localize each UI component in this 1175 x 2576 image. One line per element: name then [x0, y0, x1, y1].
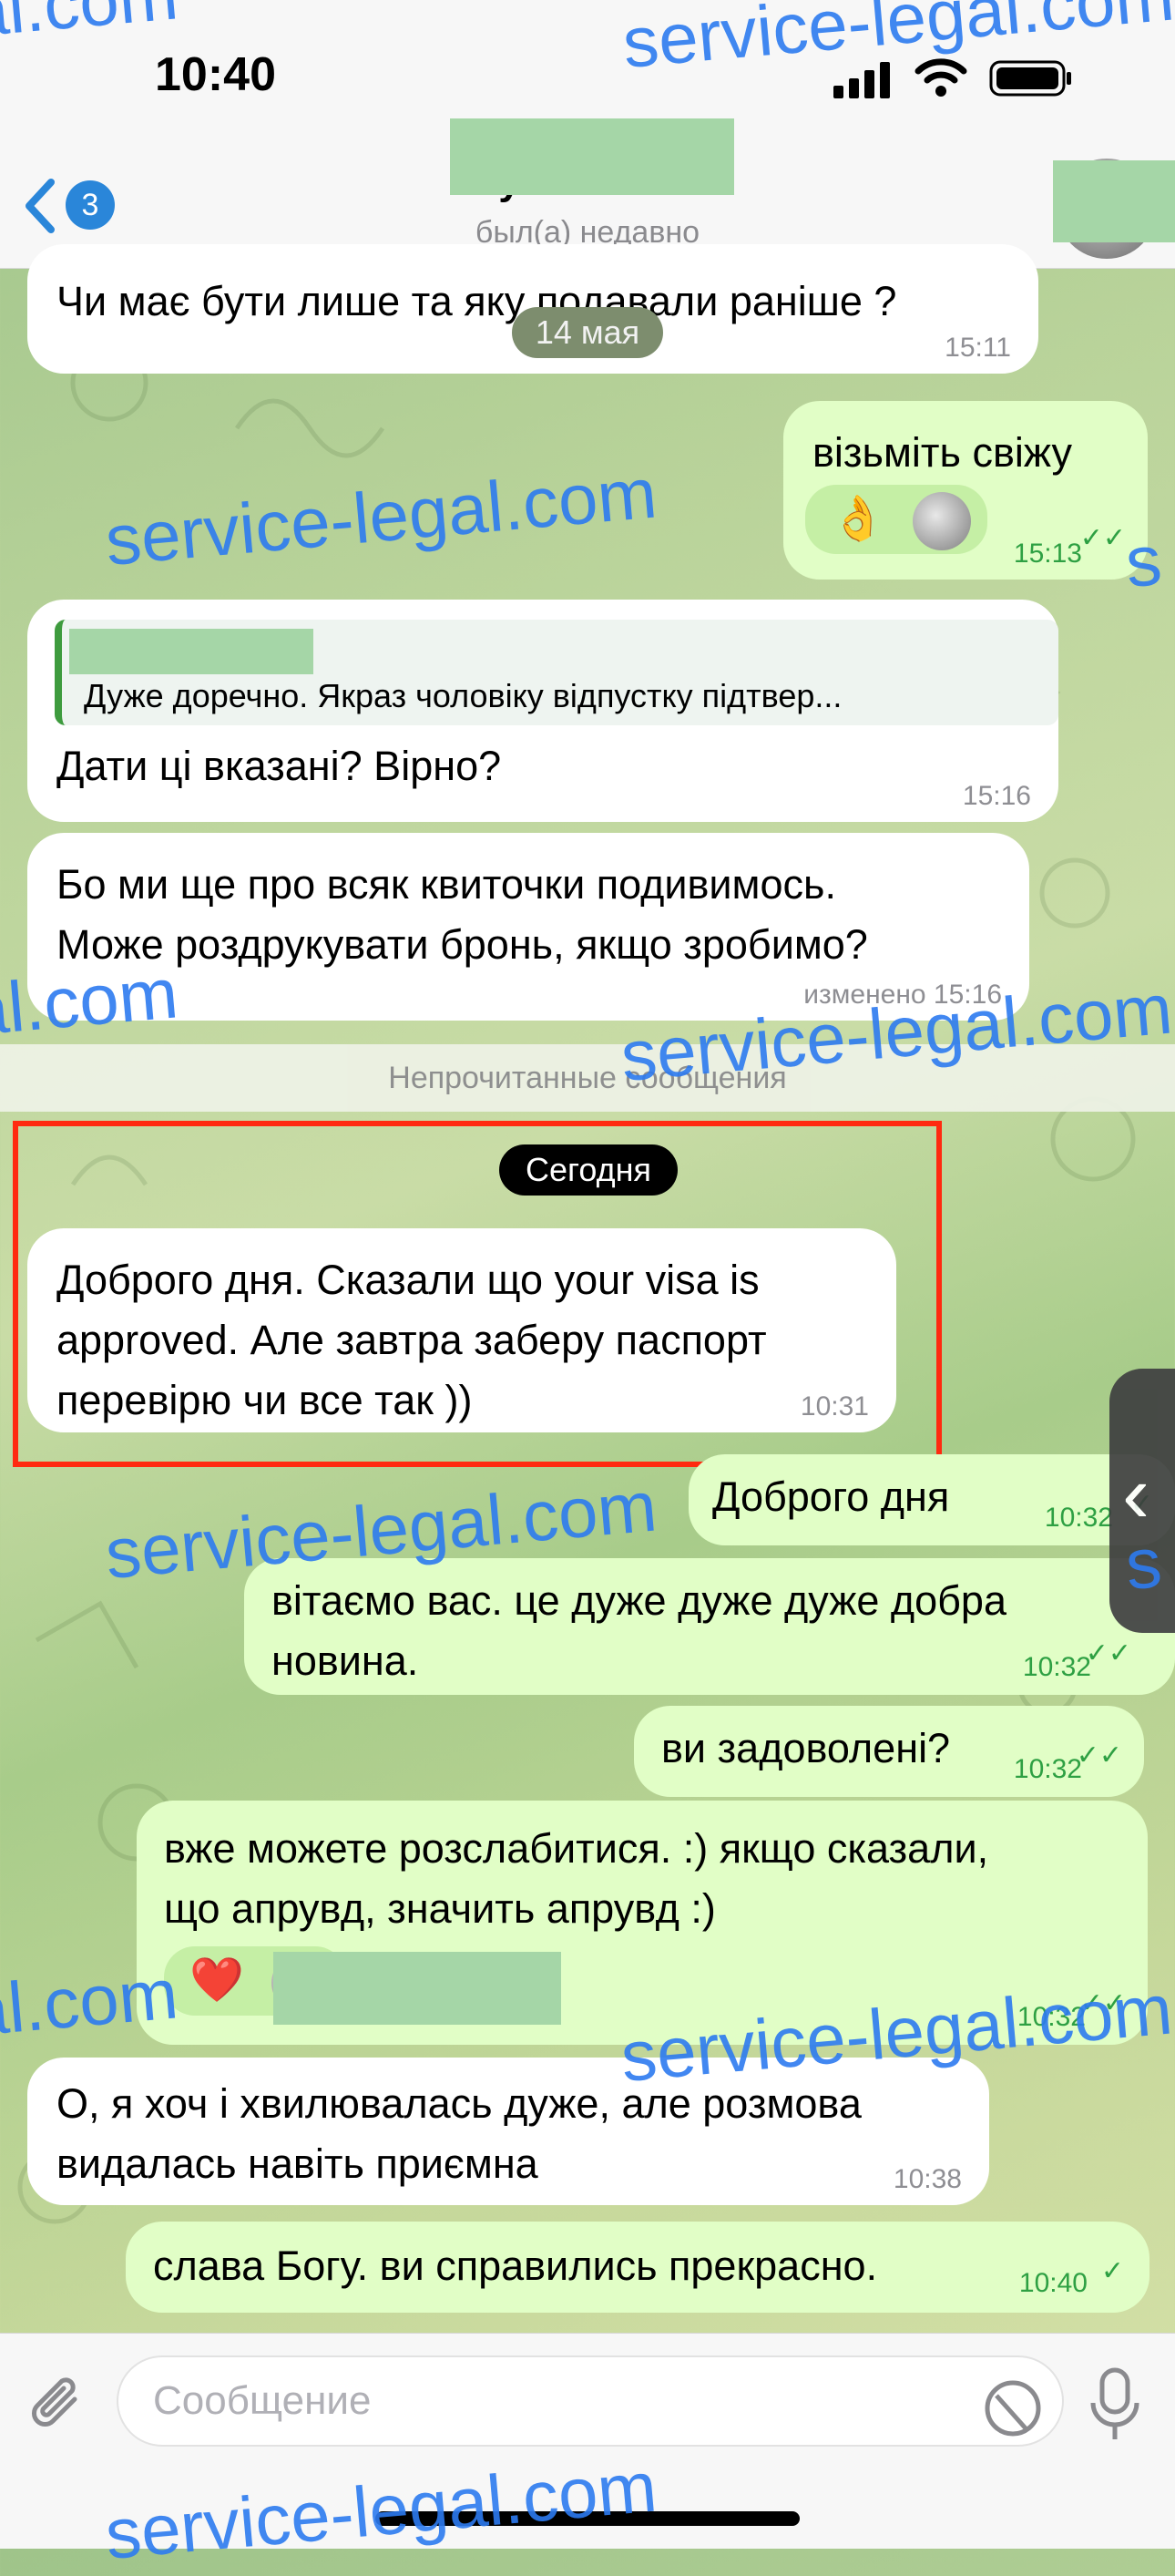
date-separator: 14 мая	[512, 307, 663, 358]
message-text: слава Богу. ви справились прекрасно.	[153, 2242, 878, 2289]
reactor-avatar	[913, 492, 971, 550]
message-text: візьміть свіжу	[812, 429, 1072, 476]
message-time: 10:32	[1022, 1652, 1091, 1682]
message-bubble-outgoing[interactable]: Доброго дня 10:32 ✓	[689, 1454, 1175, 1545]
message-time: 10:38	[893, 2164, 962, 2194]
quote-author-redaction	[69, 629, 313, 674]
sticker-icon[interactable]	[978, 2374, 1047, 2443]
battery-icon	[989, 60, 1071, 97]
reactor-redaction	[273, 1952, 561, 2025]
message-text: Дати ці вказані? Вірно?	[56, 743, 502, 789]
message-bubble-incoming[interactable]: О, я хоч і хвилювалась дуже, але розмова…	[27, 2058, 989, 2205]
read-checkmarks-icon: ✓✓	[1079, 523, 1126, 553]
wifi-icon	[914, 58, 967, 97]
message-bubble-incoming[interactable]: Дуже доречно. Якраз чоловіку відпустку п…	[27, 600, 1058, 822]
name-redaction	[450, 118, 734, 195]
message-text: вже можете розслабитися. :) якщо сказали…	[164, 1825, 989, 1932]
avatar-redaction	[1053, 160, 1175, 242]
reply-quote[interactable]: Дуже доречно. Якраз чоловіку відпустку п…	[55, 620, 1058, 725]
read-checkmarks-icon: ✓✓	[1085, 1638, 1131, 1668]
highlight-frame	[13, 1121, 942, 1467]
paperclip-icon[interactable]	[27, 2372, 91, 2436]
message-text: О, я хоч і хвилювалась дуже, але розмова…	[56, 2080, 862, 2187]
message-bubble-outgoing[interactable]: візьміть свіжу 👌 15:13 ✓✓	[783, 401, 1148, 580]
watermark-text: s	[1122, 1521, 1165, 1606]
message-time: 15:16	[962, 781, 1031, 811]
reaction-emoji: ❤️	[189, 1956, 244, 2005]
message-time: 10:32	[1044, 1503, 1113, 1533]
sent-checkmark-icon: ✓	[1100, 2256, 1124, 2286]
message-text: вітаємо вас. це дуже дуже дуже добра нов…	[271, 1577, 1006, 1684]
message-bubble-outgoing[interactable]: слава Богу. ви справились прекрасно. 10:…	[126, 2222, 1149, 2313]
reaction-emoji: 👌	[831, 495, 885, 543]
message-bubble-outgoing[interactable]: ви задоволені? 10:32 ✓✓	[634, 1706, 1144, 1797]
message-time: 10:40	[1018, 2268, 1088, 2298]
cellular-signal-icon	[833, 62, 890, 98]
watermark-text: s	[1122, 518, 1165, 603]
message-reaction[interactable]: 👌	[805, 485, 987, 554]
message-time: 10:32	[1013, 1754, 1082, 1784]
message-time: 15:11	[945, 333, 1011, 363]
status-time: 10:40	[155, 48, 276, 101]
quote-text: Дуже доречно. Якраз чоловіку відпустку п…	[84, 677, 843, 714]
message-input[interactable]: Сообщение	[117, 2355, 1064, 2447]
message-bubble-outgoing[interactable]: вітаємо вас. це дуже дуже дуже добра нов…	[244, 1558, 1175, 1695]
message-text: Бо ми ще про всяк квиточки подивимось. М…	[56, 861, 868, 968]
message-time: 15:13	[1013, 539, 1082, 569]
microphone-icon[interactable]	[1086, 2366, 1144, 2445]
read-checkmarks-icon: ✓✓	[1076, 1740, 1122, 1770]
